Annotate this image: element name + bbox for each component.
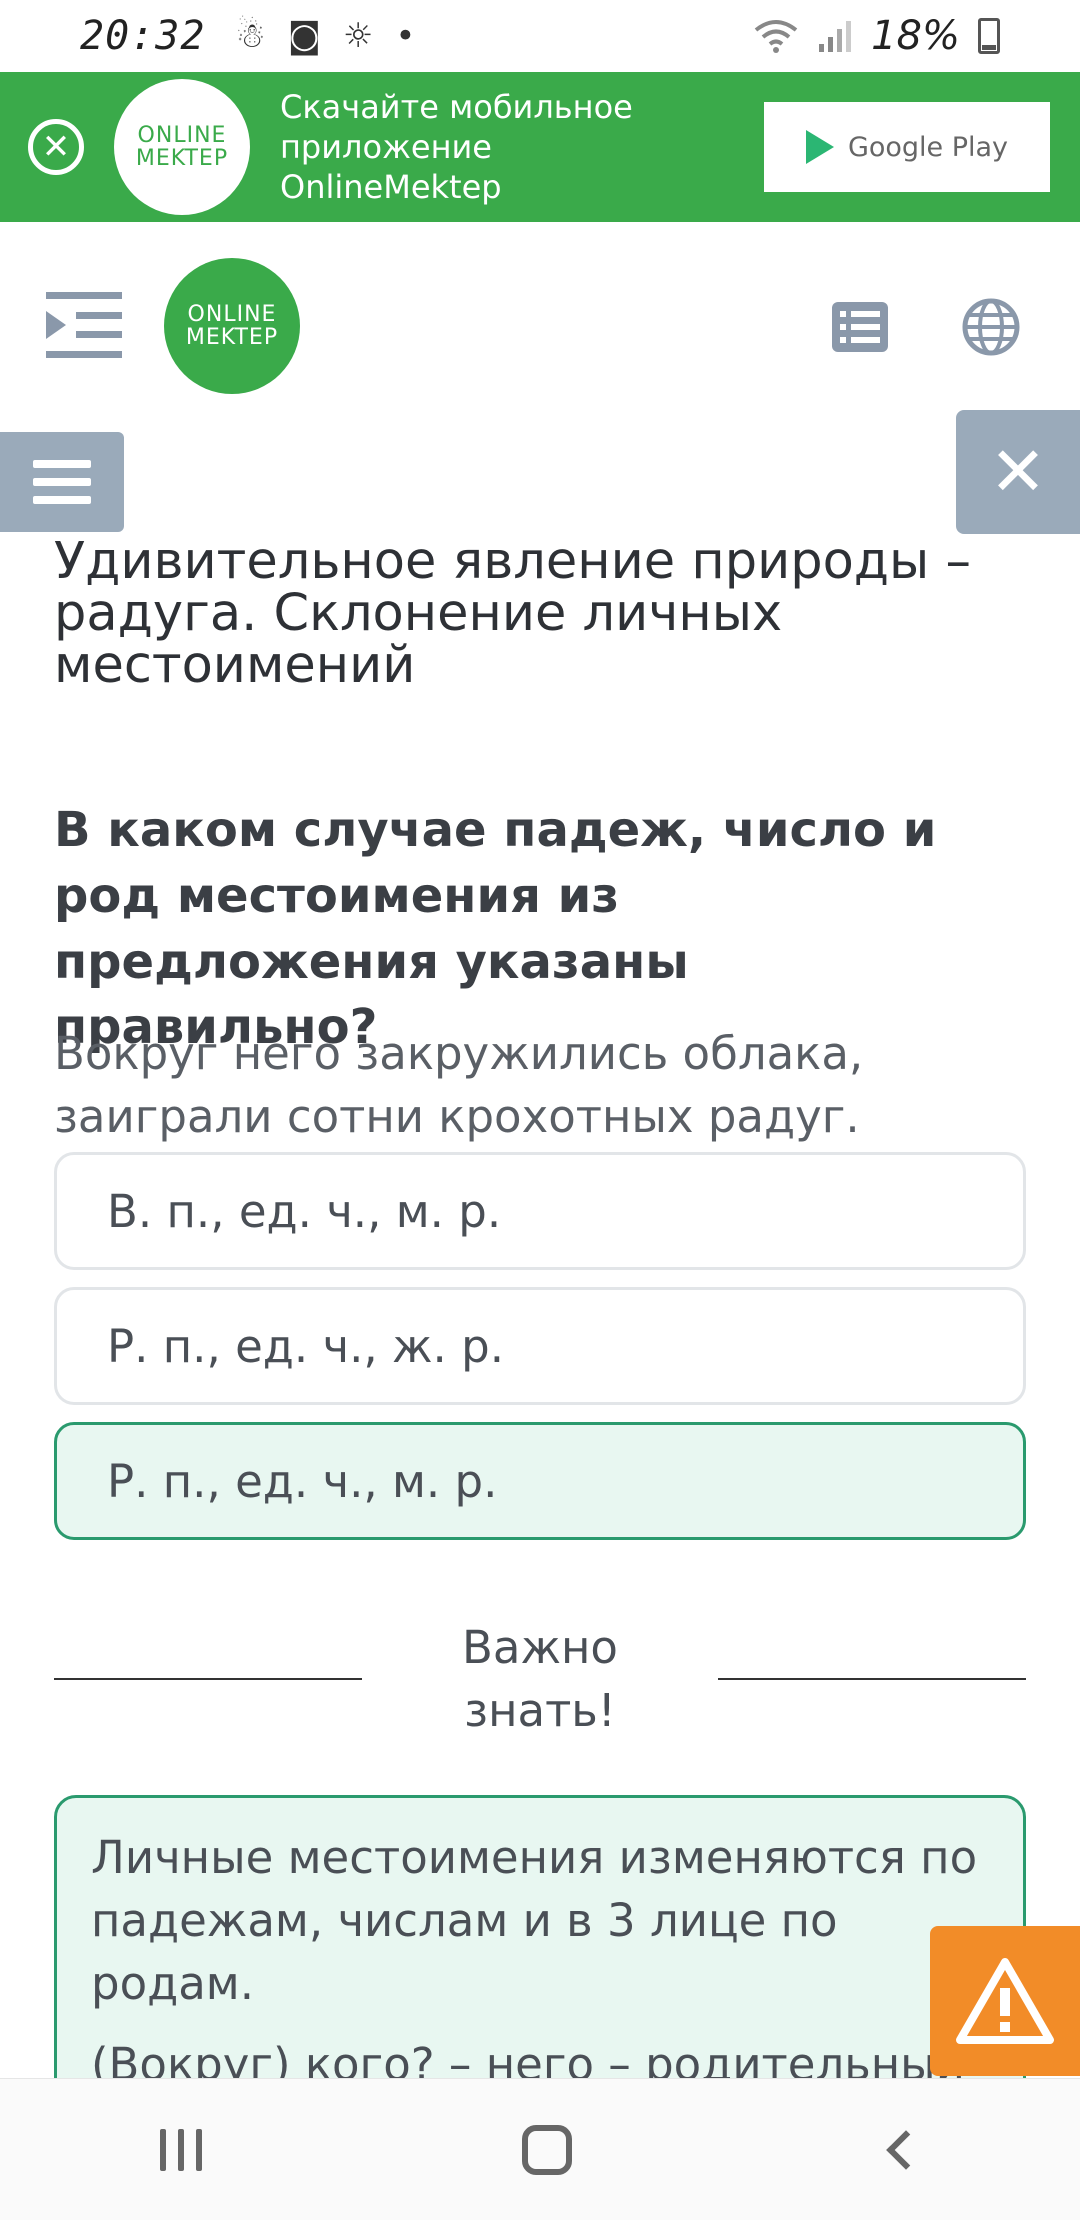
system-nav-bar [0, 2078, 1080, 2220]
header-logo-line1: ONLINE [187, 301, 277, 327]
close-lesson-button[interactable]: ✕ [956, 410, 1080, 534]
camera-icon: ◙ [287, 16, 321, 56]
answer-option-label: Р. п., ед. ч., ж. р. [107, 1319, 505, 1373]
dot-icon: • [395, 16, 416, 56]
weather-icon: ☼ [342, 16, 374, 56]
battery-percent: 18% [871, 13, 960, 59]
status-bar: 20:32 ☃ ◙ ☼ • 18% [0, 0, 1080, 72]
battery-icon [978, 18, 1000, 54]
home-icon[interactable] [522, 2124, 572, 2175]
answer-option-label: Р. п., ед. ч., м. р. [107, 1454, 498, 1508]
page: 20:32 ☃ ◙ ☼ • 18% ✕ ONLINE MEKTEP Скачай… [0, 0, 1080, 2220]
hamburger-icon [33, 460, 91, 468]
menu-indent-icon[interactable] [46, 292, 122, 358]
header-logo[interactable]: ONLINE MEKTEP [164, 258, 300, 394]
list-icon[interactable] [832, 302, 888, 352]
header-logo-line2: MEKTEP [185, 325, 279, 350]
status-time: 20:32 [80, 13, 206, 59]
answer-option-label: В. п., ед. ч., м. р. [107, 1184, 502, 1238]
banner-logo: ONLINE MEKTEP [114, 79, 250, 215]
divider-line-right [718, 1678, 1026, 1680]
google-play-button[interactable]: Google Play [764, 102, 1050, 192]
hamburger-menu-button[interactable] [0, 432, 124, 532]
banner-text-line1: Скачайте мобильное [280, 88, 633, 126]
info-paragraph-1: Личные местоимения изменяются по падежам… [91, 1831, 978, 2010]
answer-option-3-selected[interactable]: Р. п., ед. ч., м. р. [54, 1422, 1026, 1540]
signal-icon [819, 21, 852, 52]
answer-option-1[interactable]: В. п., ед. ч., м. р. [54, 1152, 1026, 1270]
lesson-title: Удивительное явление природы – радуга. С… [54, 532, 972, 696]
banner-logo-line2: MEKTEP [135, 146, 229, 171]
header: ONLINE MEKTEP [0, 222, 1080, 422]
back-icon[interactable] [886, 2129, 926, 2170]
banner-text: Скачайте мобильное приложение OnlineMekt… [280, 87, 720, 207]
banner-close-icon[interactable]: ✕ [28, 119, 84, 175]
report-problem-button[interactable] [930, 1926, 1080, 2076]
banner-text-line2: приложение OnlineMektep [280, 128, 502, 206]
app-download-banner: ✕ ONLINE MEKTEP Скачайте мобильное прило… [0, 72, 1080, 222]
important-divider: Важно знать! [54, 1616, 1026, 1746]
warning-icon [956, 1958, 1054, 2044]
recent-apps-icon[interactable] [160, 2128, 202, 2171]
important-heading-line1: Важно [462, 1621, 618, 1674]
question-sentence: Вокруг него закружились облака, заиграли… [54, 1027, 864, 1143]
status-icons: ☃ ◙ ☼ • [235, 16, 415, 56]
wifi-icon [754, 20, 798, 53]
status-right: 18% [753, 13, 1000, 59]
google-play-icon [805, 130, 834, 164]
notification-icon: ☃ [235, 16, 266, 56]
important-heading-line2: знать! [464, 1684, 616, 1737]
close-icon: ✕ [989, 432, 1047, 512]
answer-option-2[interactable]: Р. п., ед. ч., ж. р. [54, 1287, 1026, 1405]
globe-icon[interactable] [962, 298, 1020, 356]
banner-logo-line1: ONLINE [137, 122, 227, 148]
google-play-label: Google Play [847, 131, 1009, 163]
